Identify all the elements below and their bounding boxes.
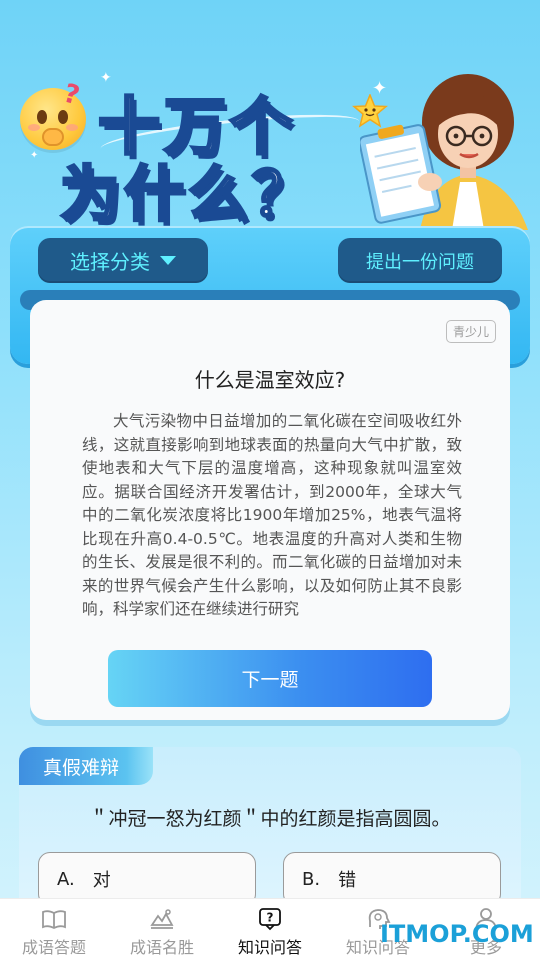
nav-item-knowledge-qa[interactable]: ? 知识问答: [216, 899, 324, 960]
question-title: 什么是温室效应?: [194, 368, 346, 392]
nav-item-idiom-quiz[interactable]: 成语答题: [0, 899, 108, 960]
option-text: 错: [338, 870, 357, 891]
youth-badge: 青少儿: [445, 320, 496, 343]
banner-title-line2: 为什么？: [59, 159, 316, 232]
nav-item-idiom-landmarks[interactable]: 成语名胜: [108, 899, 216, 960]
select-category-label: 选择分类: [70, 250, 150, 274]
option-text: 对: [92, 870, 111, 891]
nav-label: 知识问答: [237, 938, 302, 957]
option-letter: A.: [57, 868, 75, 890]
ask-question-button[interactable]: 提出一份问题: [338, 238, 502, 283]
option-letter: B.: [302, 868, 321, 890]
svg-text:?: ?: [267, 911, 274, 925]
hero-banner: ✦ ✦ ✦ ? 十万个 为什么？: [0, 0, 540, 235]
select-category-button[interactable]: 选择分类: [38, 238, 208, 283]
true-false-tag: 真假难辩: [19, 747, 153, 785]
nav-label: 成语名胜: [129, 938, 194, 957]
question-card: 青少儿 什么是温室效应? 大气污染物中日益增加的二氧化碳在空间吸收红外线，这就直…: [30, 300, 510, 720]
next-question-button[interactable]: 下一题: [108, 650, 432, 707]
ask-question-label: 提出一份问题: [366, 251, 474, 273]
landmark-icon: [150, 909, 174, 929]
nav-label: 成语答题: [21, 938, 86, 957]
true-false-question: ＂冲冠一怒为红颜＂中的红颜是指高圆圆。: [89, 808, 451, 830]
book-icon: [42, 910, 66, 930]
watermark: ITMOP.COM: [380, 920, 534, 948]
caret-down-icon: [160, 256, 176, 265]
sparkle-icon: ✦: [30, 150, 39, 161]
teacher-illustration: [360, 74, 528, 230]
question-answer: 大气污染物中日益增加的二氧化碳在空间吸收红外线，这就直接影响到地球表面的热量向大…: [82, 412, 462, 618]
question-bubble-icon: ?: [259, 908, 281, 931]
